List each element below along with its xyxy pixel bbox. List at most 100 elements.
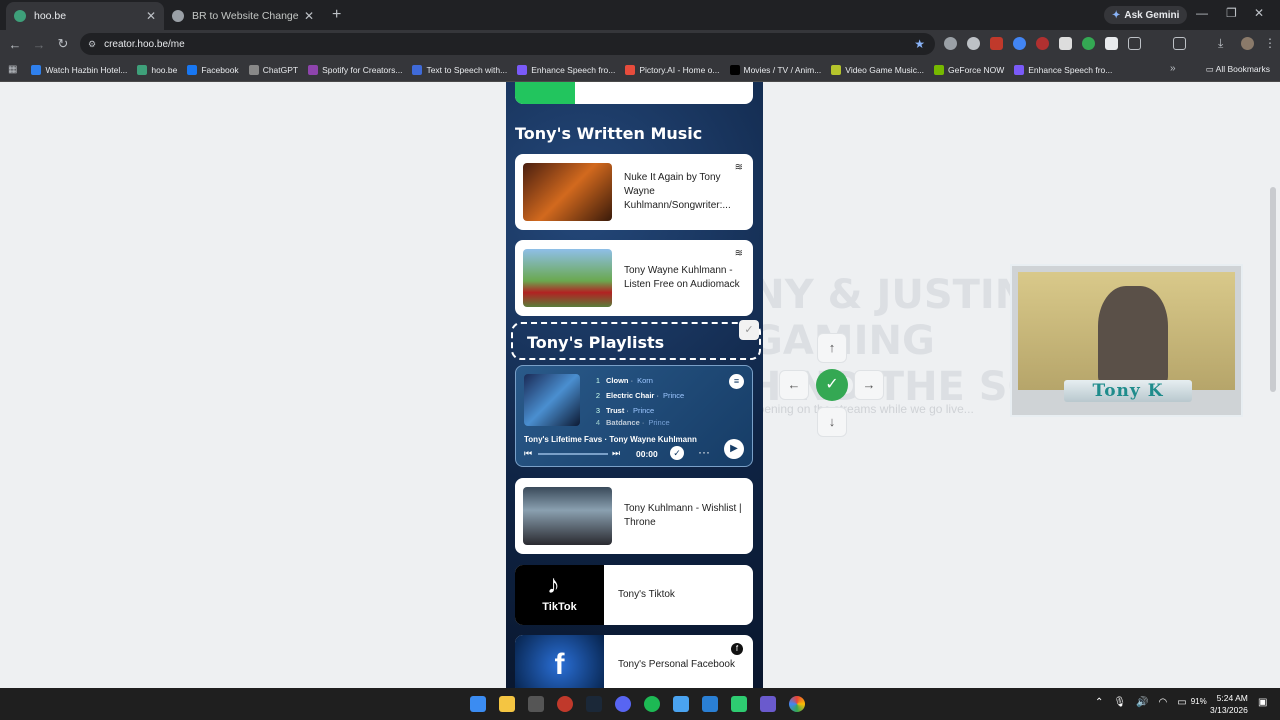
move-left-icon[interactable]: ←: [779, 370, 809, 400]
track-row[interactable]: 2 Electric Chair · Prince: [588, 388, 738, 403]
bookmark-item[interactable]: Facebook: [187, 64, 239, 75]
more-options-icon[interactable]: ···: [698, 445, 710, 459]
menu-kebab-icon[interactable]: ⋮: [1264, 37, 1277, 50]
track-title: Clown: [606, 376, 629, 385]
section-heading-written-music: Tony's Written Music: [515, 124, 703, 143]
extension-icon[interactable]: [944, 37, 957, 50]
tab-title: BR to Website Change: [192, 10, 299, 22]
bookmark-item[interactable]: Enhance Speech fro...: [517, 64, 615, 75]
tab-search-icon[interactable]: [1173, 37, 1186, 50]
close-tab-icon[interactable]: ✕: [304, 9, 314, 23]
app-icon[interactable]: [702, 696, 718, 712]
extension-icon[interactable]: [1059, 37, 1072, 50]
steam-icon[interactable]: [586, 696, 602, 712]
close-tab-icon[interactable]: ✕: [146, 9, 156, 23]
chevron-double-right-icon[interactable]: »: [1170, 63, 1176, 74]
volume-icon[interactable]: 🔊: [1136, 697, 1148, 708]
bookmark-star-icon[interactable]: ★: [914, 37, 925, 51]
chrome-icon[interactable]: [789, 696, 805, 712]
file-explorer-icon[interactable]: [499, 696, 515, 712]
microphone-icon[interactable]: 🎙: [1113, 697, 1126, 708]
profile-avatar-icon[interactable]: [1241, 37, 1254, 50]
confirm-check-icon[interactable]: ✓: [816, 369, 848, 401]
spotify-icon[interactable]: [644, 696, 660, 712]
move-up-icon[interactable]: ↑: [817, 333, 847, 363]
bookmark-item[interactable]: Movies / TV / Anim...: [729, 64, 821, 75]
bookmarks-bar: ▦ Watch Hazbin Hotel... hoo.be Facebook Cha…: [0, 58, 1280, 82]
move-right-icon[interactable]: →: [854, 370, 884, 400]
reload-icon[interactable]: ↻: [51, 36, 75, 52]
bookmark-item[interactable]: Pictory.AI - Home o...: [625, 64, 720, 75]
extension-icon[interactable]: [967, 37, 980, 50]
extension-icon[interactable]: [1013, 37, 1026, 50]
restore-icon[interactable]: ❐: [1226, 6, 1237, 20]
link-label: Tony Kuhlmann - Wishlist | Throne: [624, 503, 742, 528]
site-info-icon[interactable]: ⚙: [88, 39, 96, 50]
playlists-heading-selected[interactable]: Tony's Playlists: [511, 322, 761, 360]
link-card-throne-wishlist[interactable]: Tony Kuhlmann - Wishlist | Throne: [515, 478, 753, 554]
track-row[interactable]: 3 Trust · Prince: [588, 403, 738, 418]
check-icon[interactable]: ✓: [739, 320, 759, 340]
bookmark-item[interactable]: GeForce NOW: [934, 64, 1004, 75]
next-track-icon[interactable]: ⏭: [612, 448, 620, 459]
link-card-nuke-it-again[interactable]: Nuke It Again by Tony Wayne Kuhlmann/Son…: [515, 154, 753, 230]
profile-preview: Tony's Written Music Nuke It Again by To…: [506, 82, 763, 688]
clock[interactable]: 5:24 AM 3/13/2026: [1210, 692, 1248, 716]
previous-track-icon[interactable]: ⏮: [524, 448, 532, 459]
move-down-icon[interactable]: ↓: [817, 407, 847, 437]
bookmark-label: ChatGPT: [262, 64, 299, 75]
download-icon[interactable]: ⤓: [1218, 37, 1231, 50]
track-list: 1 Clown · Korn 2 Electric Chair · Prince 3 Tr…: [588, 373, 738, 426]
ask-gemini-button[interactable]: ✦ Ask Gemini: [1104, 6, 1188, 24]
bookmark-item[interactable]: Enhance Speech fro...: [1014, 64, 1112, 75]
app-icon[interactable]: [731, 696, 747, 712]
bookmark-favicon-icon: [248, 64, 259, 75]
new-tab-icon[interactable]: +: [332, 6, 341, 24]
bookmark-item[interactable]: ChatGPT: [248, 64, 299, 75]
play-button-icon[interactable]: ▶: [724, 439, 744, 459]
spotify-logo-icon[interactable]: ≡: [729, 374, 744, 389]
extension-icon[interactable]: [1082, 37, 1095, 50]
link-card-facebook[interactable]: f Tony's Personal Facebook f: [515, 635, 753, 688]
extensions-puzzle-icon[interactable]: [1128, 37, 1141, 50]
extension-icon[interactable]: [990, 37, 1003, 50]
streamer-silhouette: [1098, 286, 1168, 386]
extension-icon[interactable]: [1036, 37, 1049, 50]
tab-br-website[interactable]: BR to Website Change ✕: [164, 2, 322, 30]
forward-icon[interactable]: →: [27, 37, 51, 52]
tab-hoobe[interactable]: hoo.be ✕: [6, 2, 164, 30]
all-bookmarks-button[interactable]: ▭ All Bookmarks: [1206, 64, 1270, 75]
discord-icon[interactable]: [615, 696, 631, 712]
close-window-icon[interactable]: ✕: [1254, 6, 1264, 20]
store-icon[interactable]: [528, 696, 544, 712]
app-icon[interactable]: [673, 696, 689, 712]
address-bar[interactable]: ⚙ creator.hoo.be/me ★: [80, 33, 935, 55]
battery-icon[interactable]: ▭: [1177, 697, 1186, 708]
bookmark-item[interactable]: Video Game Music...: [831, 64, 924, 75]
minimize-icon[interactable]: —: [1196, 6, 1208, 20]
extension-icon[interactable]: [1105, 37, 1118, 50]
previous-link-card[interactable]: [515, 82, 753, 104]
section-heading-playlists: Tony's Playlists: [527, 333, 665, 352]
progress-bar[interactable]: [538, 453, 608, 455]
spotify-playlist-embed[interactable]: 1 Clown · Korn 2 Electric Chair · Prince 3 Tr…: [515, 365, 753, 467]
track-row[interactable]: 1 Clown · Korn: [588, 373, 738, 388]
bookmark-item[interactable]: Spotify for Creators...: [308, 64, 402, 75]
bookmark-item[interactable]: Text to Speech with...: [412, 64, 507, 75]
link-card-audiomack[interactable]: Tony Wayne Kuhlmann - Listen Free on Aud…: [515, 240, 753, 316]
chevron-up-icon[interactable]: ⌃: [1095, 697, 1103, 708]
wifi-icon[interactable]: ◠: [1159, 697, 1168, 708]
link-card-tiktok[interactable]: ♪ TikTok Tony's Tiktok: [515, 565, 753, 625]
page-scrollbar[interactable]: [1270, 187, 1276, 392]
saved-check-icon[interactable]: ✓: [670, 446, 684, 460]
app-icon[interactable]: [760, 696, 776, 712]
app-icon[interactable]: [557, 696, 573, 712]
track-row[interactable]: 4 Batdance · Prince: [588, 418, 738, 426]
streamer-name-plate: Tony K: [1064, 380, 1192, 402]
notification-icon[interactable]: ▣: [1258, 697, 1267, 708]
bookmark-item[interactable]: hoo.be: [137, 64, 177, 75]
bookmark-item[interactable]: Watch Hazbin Hotel...: [31, 64, 127, 75]
back-icon[interactable]: ←: [3, 37, 27, 52]
apps-grid-icon[interactable]: ▦: [8, 64, 17, 75]
start-windows-icon[interactable]: [470, 696, 486, 712]
